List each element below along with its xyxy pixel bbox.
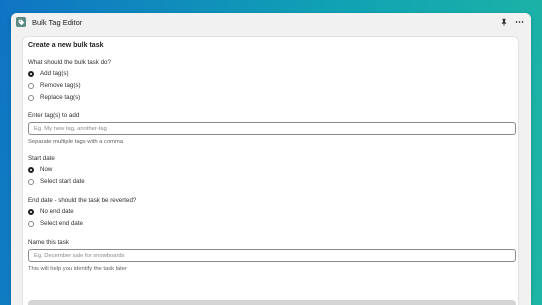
app-window: Bulk Tag Editor Create a new bulk task W… <box>11 13 531 305</box>
end-date-label: End date - should the task be reverted? <box>28 197 137 204</box>
radio-button[interactable] <box>28 220 34 227</box>
app-title: Bulk Tag Editor <box>32 17 83 27</box>
tags-label: Enter tag(s) to add <box>28 112 80 119</box>
task-name-label: Name this task <box>28 239 69 246</box>
radio-remove-tags[interactable]: Remove tag(s) <box>28 81 81 90</box>
radio-button[interactable] <box>28 178 34 185</box>
radio-replace-tags-label: Replace tag(s) <box>40 94 81 101</box>
radio-replace-tags[interactable]: Replace tag(s) <box>28 93 80 102</box>
radio-start-now-label: Now <box>40 166 53 173</box>
radio-button-checked[interactable] <box>28 208 34 215</box>
radio-button[interactable] <box>28 82 34 89</box>
more-horizontal-icon[interactable] <box>513 16 525 28</box>
bulk-task-form-card: Create a new bulk task What should the b… <box>23 37 518 305</box>
form-title: Create a new bulk task <box>28 42 104 49</box>
tag-icon <box>16 17 26 27</box>
task-name-help-text: This will help you identify the task lat… <box>28 266 127 272</box>
task-name-input[interactable] <box>28 249 516 262</box>
radio-select-end-date[interactable]: Select end date <box>28 219 83 228</box>
titlebar: Bulk Tag Editor <box>11 13 531 31</box>
radio-remove-tags-label: Remove tag(s) <box>40 82 81 89</box>
tags-input[interactable] <box>28 122 516 135</box>
radio-no-end-date-label: No end date <box>40 208 74 215</box>
radio-select-end-date-label: Select end date <box>40 220 84 227</box>
action-label: What should the bulk task do? <box>28 59 111 66</box>
radio-start-now[interactable]: Now <box>28 165 52 174</box>
start-date-label: Start date <box>28 155 55 162</box>
radio-no-end-date[interactable]: No end date <box>28 207 74 216</box>
pin-icon[interactable] <box>498 16 510 28</box>
radio-button-checked[interactable] <box>28 166 34 173</box>
radio-select-start-date[interactable]: Select start date <box>28 177 85 186</box>
radio-button[interactable] <box>28 94 34 101</box>
radio-add-tags-label: Add tag(s) <box>40 70 69 77</box>
radio-button-checked[interactable] <box>28 70 34 77</box>
radio-select-start-date-label: Select start date <box>40 178 85 185</box>
submit-button[interactable] <box>28 300 516 305</box>
radio-add-tags[interactable]: Add tag(s) <box>28 69 69 78</box>
tags-help-text: Separate multiple tags with a comma <box>28 139 124 145</box>
